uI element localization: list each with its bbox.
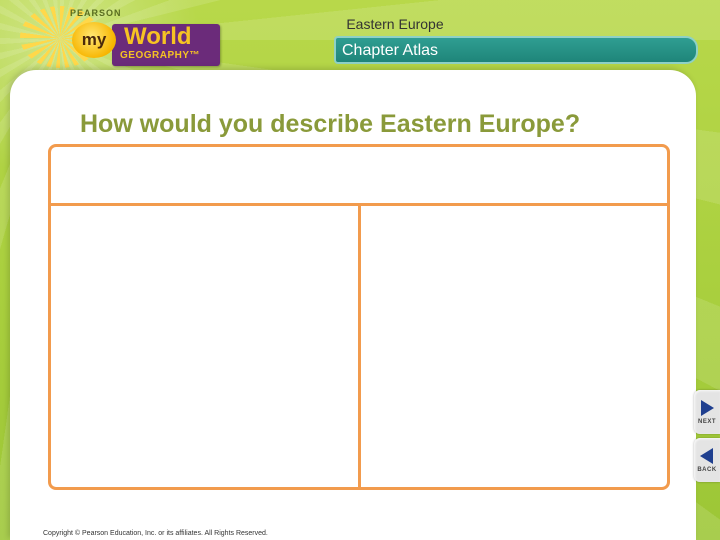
back-label: BACK xyxy=(697,467,717,473)
section-bar: Chapter Atlas xyxy=(334,36,698,64)
organizer-left-cell xyxy=(51,206,358,487)
organizer-top-cell xyxy=(51,147,667,206)
chapter-title: Eastern Europe xyxy=(346,16,444,32)
logo-subtitle: GEOGRAPHY™ xyxy=(120,50,201,61)
question-heading: How would you describe Eastern Europe? xyxy=(80,110,581,138)
back-arrow-icon xyxy=(700,448,713,464)
copyright-notice: Copyright © Pearson Education, Inc. or i… xyxy=(43,530,268,537)
logo-publisher: PEARSON xyxy=(70,8,122,18)
logo-world: World xyxy=(124,23,192,50)
section-label: Chapter Atlas xyxy=(342,42,439,59)
next-label: NEXT xyxy=(697,419,716,425)
next-button[interactable]: NEXT xyxy=(694,390,720,434)
back-button[interactable]: BACK xyxy=(694,438,720,482)
graphic-organizer xyxy=(48,144,670,490)
logo-my: my xyxy=(72,22,116,58)
myworld-geography-logo: PEARSON my World GEOGRAPHY™ xyxy=(20,6,220,68)
organizer-right-cell xyxy=(361,206,667,487)
next-arrow-icon xyxy=(701,400,714,416)
